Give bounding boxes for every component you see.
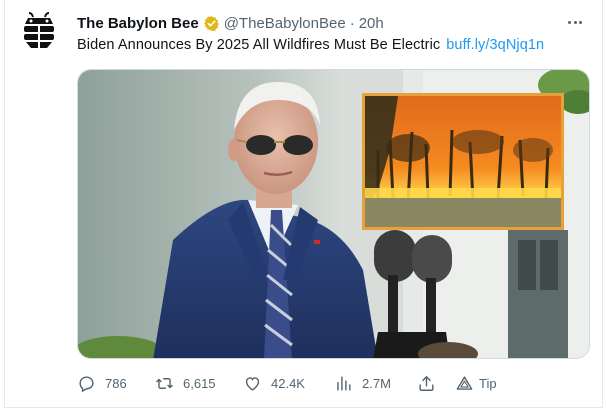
share-button[interactable] [417,372,436,394]
like-count: 42.4K [271,375,305,391]
retweet-icon [156,377,173,389]
tweet-header: The Babylon Bee @TheBabylonBee · 20h [77,12,384,34]
views-button[interactable]: 2.7M [334,372,391,394]
header-separator: · [349,14,355,32]
more-dots-icon [568,20,572,24]
heart-icon [245,376,260,391]
retweet-count: 6,615 [183,375,216,391]
author-handle[interactable]: @TheBabylonBee [224,15,346,32]
reply-count: 786 [105,375,127,391]
tweet-link[interactable]: buff.ly/3qNjq1n [446,37,544,53]
like-button[interactable]: 42.4K [243,372,305,394]
media-illustration [78,70,589,358]
views-count: 2.7M [362,375,391,391]
share-icon [419,375,434,391]
reply-button[interactable]: 786 [77,372,127,394]
tweet-media-image[interactable] [77,69,590,359]
author-display-name[interactable]: The Babylon Bee [77,15,199,32]
tweet-text: Biden Announces By 2025 All Wildfires Mu… [77,37,544,53]
analytics-icon [337,375,351,391]
retweet-button[interactable]: 6,615 [155,372,216,394]
avatar[interactable] [19,10,59,50]
tip-icon [456,375,473,390]
tip-button[interactable]: Tip [455,372,497,394]
tweet-body: Biden Announces By 2025 All Wildfires Mu… [77,37,441,53]
tip-label: Tip [479,375,497,391]
wildfire-inset [362,93,564,230]
tweet-actions: 786 6,615 42.4K 2.7M Tip [77,372,517,394]
tweet-card[interactable]: The Babylon Bee @TheBabylonBee · 20h Bid… [4,0,603,408]
reply-icon [79,375,94,392]
more-options-button[interactable] [564,12,586,32]
verified-badge-icon [203,15,219,31]
tweet-timestamp[interactable]: 20h [359,15,384,32]
bee-logo-icon [24,12,54,48]
